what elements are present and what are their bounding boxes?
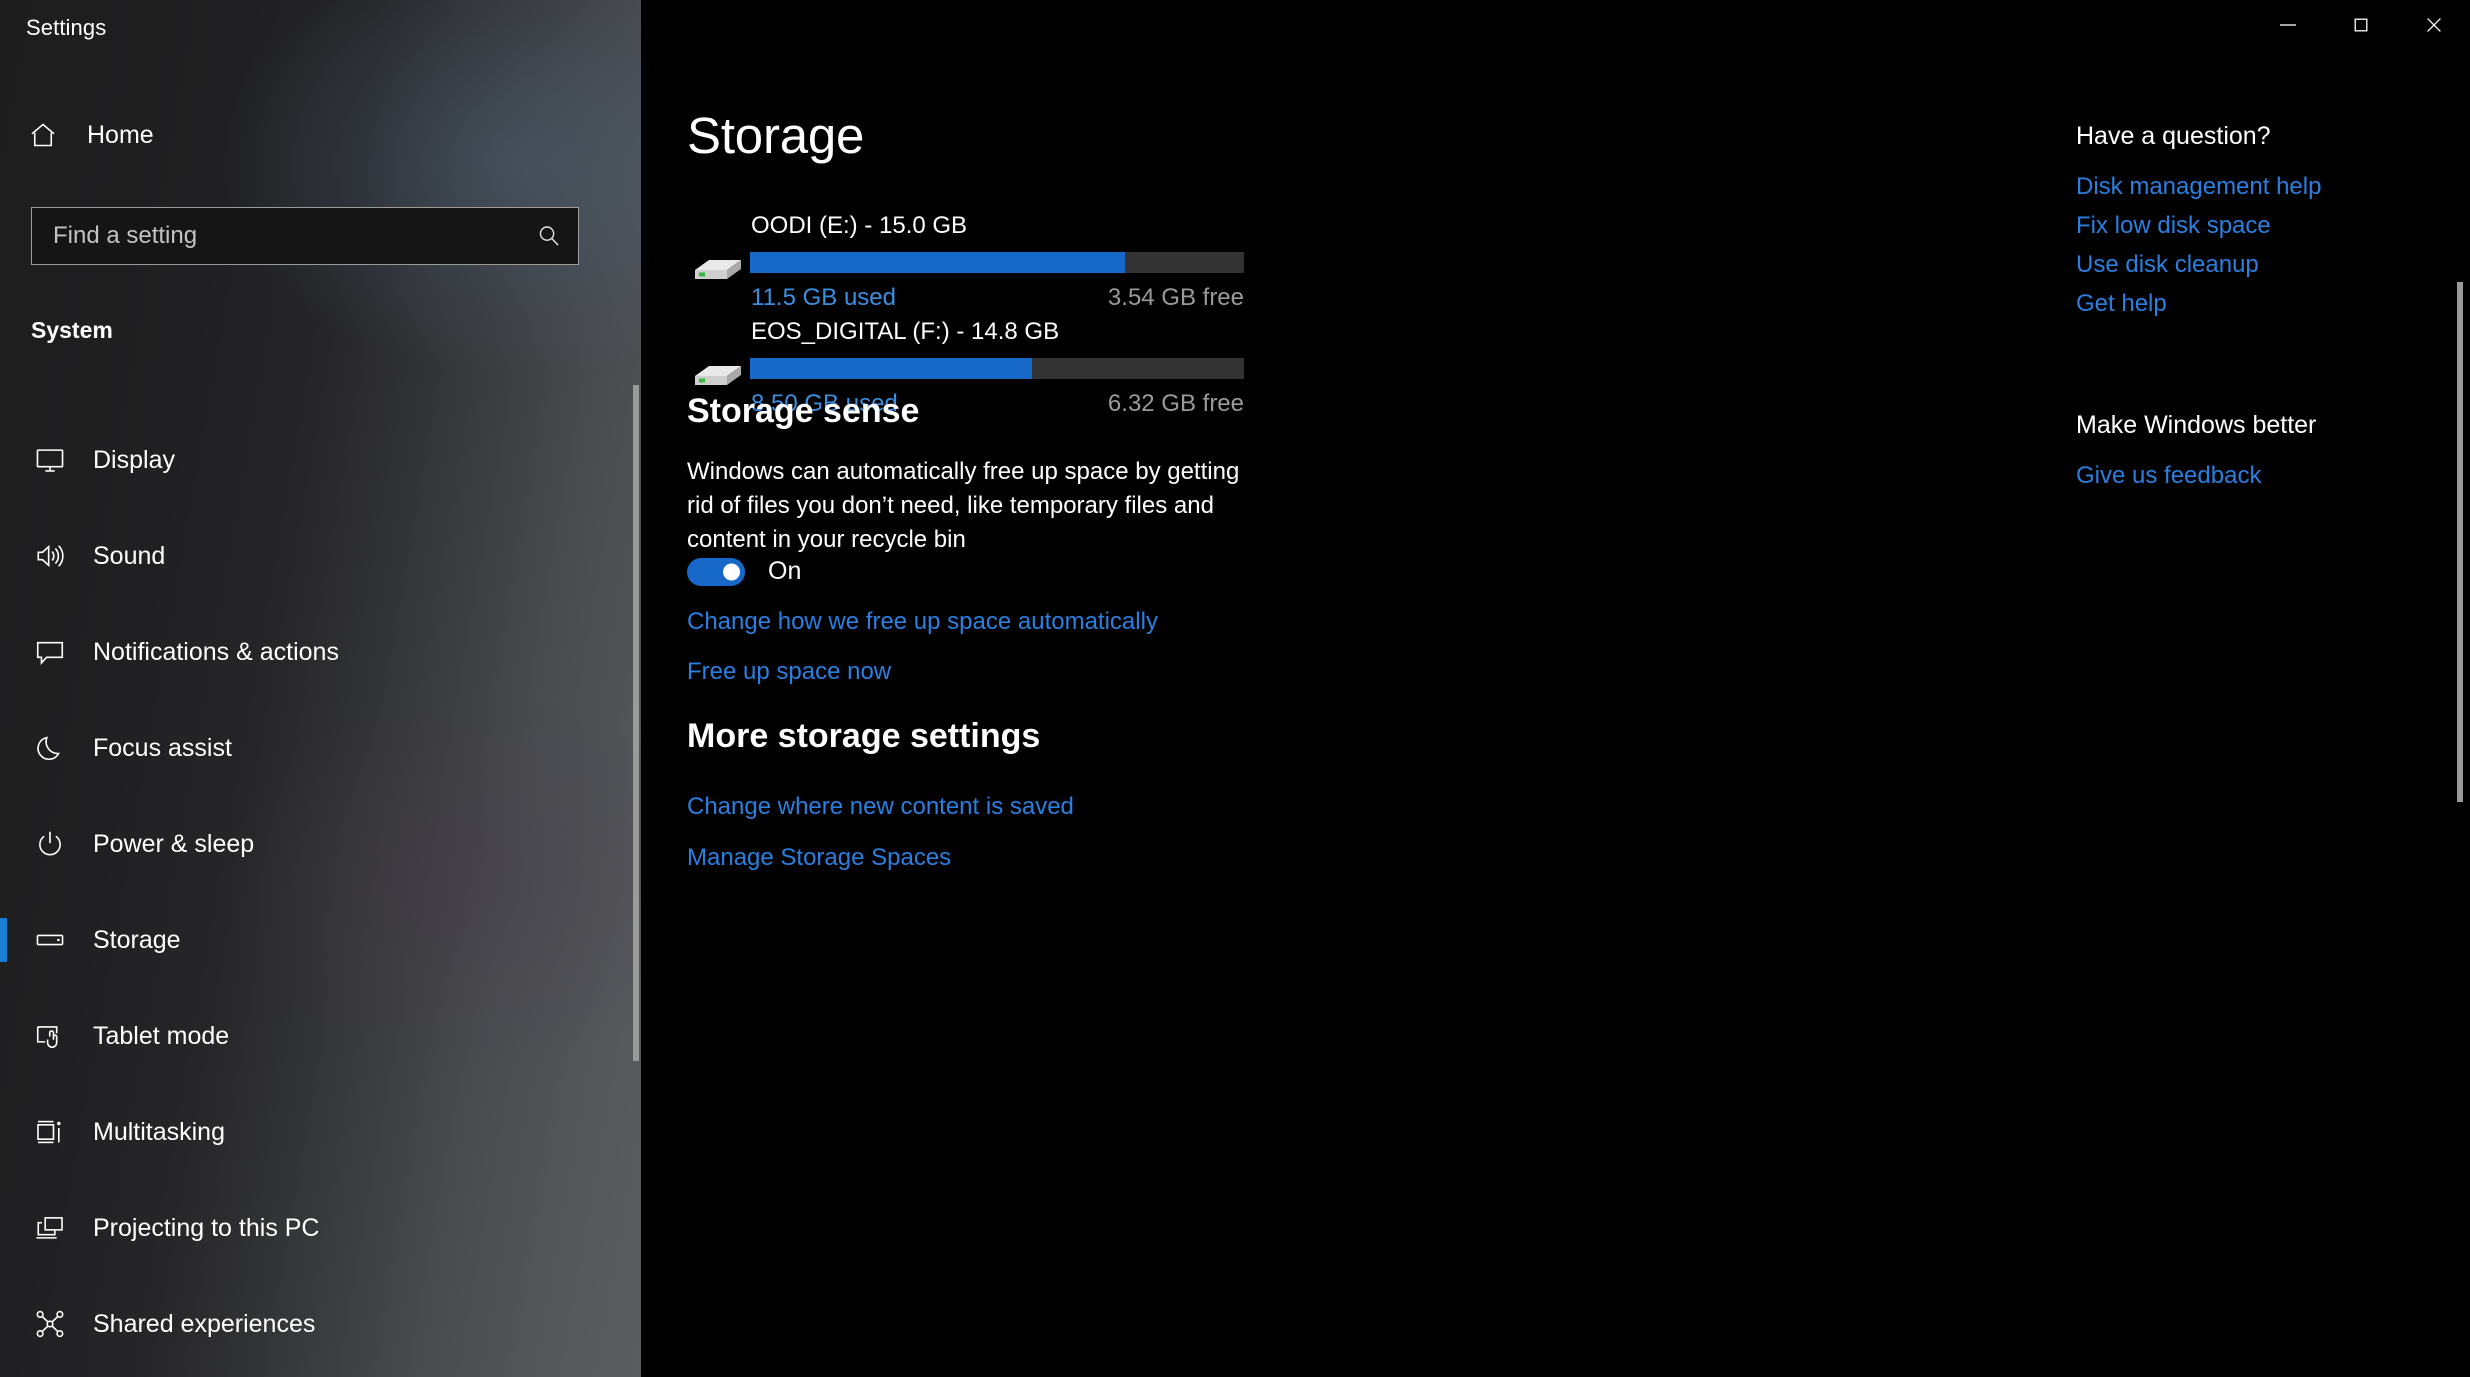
- sidebar-item-shared-experiences[interactable]: Shared experiences: [0, 1276, 641, 1372]
- link-change-free-space[interactable]: Change how we free up space automaticall…: [687, 608, 1158, 636]
- have-a-question-block: Have a question? Disk management help Fi…: [2076, 122, 2436, 318]
- sidebar-item-label: Multitasking: [93, 1117, 225, 1146]
- make-windows-better-block: Make Windows better Give us feedback: [2076, 411, 2436, 490]
- toggle-knob: [723, 563, 740, 580]
- have-a-question-heading: Have a question?: [2076, 122, 2271, 150]
- multitasking-icon: [31, 1113, 69, 1151]
- drive-free-label: 3.54 GB free: [1107, 284, 1244, 311]
- chat-bubble-icon: [31, 633, 69, 671]
- sidebar-item-label: Power & sleep: [93, 829, 255, 858]
- drive-name: OODI (E:) - 15.0 GB: [751, 212, 968, 239]
- storage-sense-toggle-label: On: [768, 557, 802, 585]
- window-titlebar-left[interactable]: Settings: [0, 0, 641, 52]
- page-title: Storage: [687, 107, 865, 164]
- link-manage-storage-spaces[interactable]: Manage Storage Spaces: [687, 844, 951, 872]
- search-icon[interactable]: [520, 208, 578, 264]
- sidebar-item-label: Tablet mode: [93, 1021, 230, 1050]
- sidebar: Settings Home System: [0, 0, 641, 1377]
- link-disk-management-help[interactable]: Disk management help: [2076, 173, 2436, 201]
- link-give-us-feedback[interactable]: Give us feedback: [2076, 462, 2436, 490]
- drive-name: EOS_DIGITAL (F:) - 14.8 GB: [751, 318, 1060, 345]
- link-use-disk-cleanup[interactable]: Use disk cleanup: [2076, 251, 2436, 279]
- sidebar-item-focus-assist[interactable]: Focus assist: [0, 700, 641, 796]
- share-nodes-icon: [31, 1305, 69, 1343]
- sidebar-item-home[interactable]: Home: [0, 106, 641, 164]
- search-box[interactable]: [31, 207, 579, 265]
- sidebar-group-header: System: [31, 317, 113, 343]
- app-title: Settings: [26, 15, 107, 40]
- sidebar-nav-list: Display Sound Notifications & actions Fo…: [0, 412, 641, 1372]
- drive-usage-fill: [750, 358, 1032, 379]
- sidebar-item-sound[interactable]: Sound: [0, 508, 641, 604]
- link-change-where-saved[interactable]: Change where new content is saved: [687, 793, 1074, 821]
- right-panel: Have a question? Disk management help Fi…: [2076, 122, 2436, 501]
- sidebar-item-notifications[interactable]: Notifications & actions: [0, 604, 641, 700]
- close-button[interactable]: [2397, 0, 2470, 52]
- drive-row[interactable]: OODI (E:) - 15.0 GB 11.5 GB used 3.54 GB…: [687, 212, 1607, 318]
- sidebar-item-label: Focus assist: [93, 733, 232, 762]
- sidebar-item-multitasking[interactable]: Multitasking: [0, 1084, 641, 1180]
- maximize-button[interactable]: [2324, 0, 2397, 52]
- sidebar-item-label: Projecting to this PC: [93, 1213, 320, 1242]
- sidebar-item-label: Notifications & actions: [93, 637, 339, 666]
- main-scrollbar[interactable]: [2457, 282, 2463, 802]
- drive-usage-bar: [750, 252, 1244, 273]
- search-input[interactable]: [32, 222, 520, 250]
- drive-usage-bar: [750, 358, 1244, 379]
- project-screen-icon: [31, 1209, 69, 1247]
- home-icon: [26, 118, 60, 152]
- main-content: Storage OODI (E:) - 15.0 GB 11.5 GB used: [641, 52, 2470, 1377]
- external-drive-icon: [687, 350, 749, 396]
- external-drive-icon: [687, 244, 749, 290]
- drive-usage-fill: [750, 252, 1126, 273]
- sidebar-item-storage[interactable]: Storage: [0, 892, 641, 988]
- sidebar-item-projecting[interactable]: Projecting to this PC: [0, 1180, 641, 1276]
- make-windows-better-heading: Make Windows better: [2076, 411, 2317, 439]
- maximize-icon: [2350, 14, 2372, 39]
- sidebar-scrollbar[interactable]: [633, 385, 639, 1061]
- drive-icon: [31, 921, 69, 959]
- sidebar-item-tablet-mode[interactable]: Tablet mode: [0, 988, 641, 1084]
- more-storage-heading: More storage settings: [687, 717, 1041, 755]
- sidebar-item-label: Storage: [93, 925, 181, 954]
- settings-window: Settings Home System: [0, 0, 2470, 1377]
- storage-sense-description: Windows can automatically free up space …: [687, 458, 1240, 553]
- power-icon: [31, 825, 69, 863]
- sidebar-item-label: Sound: [93, 541, 166, 570]
- sidebar-item-display[interactable]: Display: [0, 412, 641, 508]
- storage-sense-toggle[interactable]: [687, 557, 745, 586]
- sidebar-item-label: Display: [93, 445, 175, 474]
- moon-icon: [31, 729, 69, 767]
- monitor-icon: [31, 441, 69, 479]
- sidebar-home-label: Home: [87, 120, 154, 149]
- link-get-help[interactable]: Get help: [2076, 290, 2436, 318]
- minimize-icon: [2277, 14, 2299, 39]
- speaker-icon: [31, 537, 69, 575]
- link-free-up-space-now[interactable]: Free up space now: [687, 658, 891, 686]
- tablet-touch-icon: [31, 1017, 69, 1055]
- storage-sense-heading: Storage sense: [687, 392, 920, 430]
- storage-sense-toggle-row: On: [687, 557, 801, 586]
- close-icon: [2423, 14, 2445, 39]
- minimize-button[interactable]: [2251, 0, 2324, 52]
- link-fix-low-disk-space[interactable]: Fix low disk space: [2076, 212, 2436, 240]
- sidebar-item-label: Shared experiences: [93, 1309, 316, 1338]
- window-controls: [2251, 0, 2470, 52]
- sidebar-item-power-sleep[interactable]: Power & sleep: [0, 796, 641, 892]
